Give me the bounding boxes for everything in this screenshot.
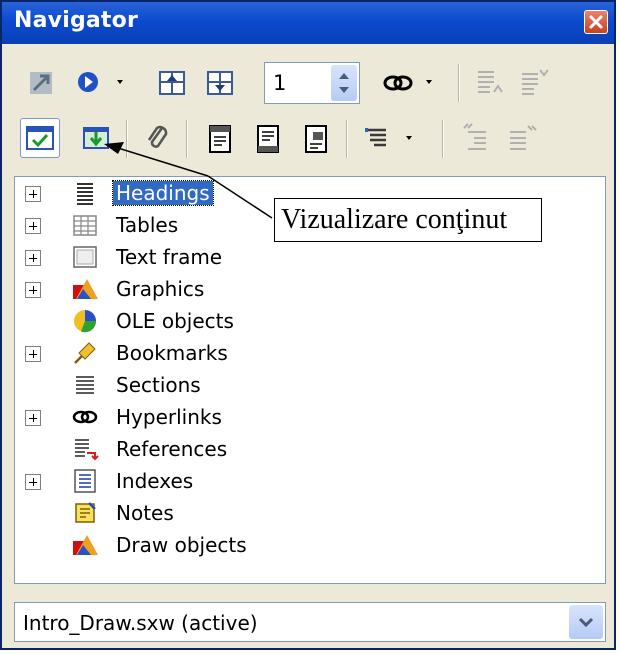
next-icon	[207, 71, 233, 95]
footer-button[interactable]	[248, 118, 288, 158]
heading-levels-button[interactable]	[358, 118, 398, 158]
expand-toggle[interactable]	[25, 218, 41, 234]
list-box-icon	[26, 126, 54, 150]
tree-item-label: Tables	[116, 213, 179, 237]
document-select-value: Intro_Draw.sxw (active)	[23, 611, 258, 635]
title-bar[interactable]: Navigator	[2, 2, 614, 44]
promote-level-icon	[478, 71, 503, 93]
paperclip-icon	[147, 125, 168, 148]
tree-item-label: Headings	[112, 180, 214, 206]
document-select[interactable]: Intro_Draw.sxw (active)	[14, 602, 606, 642]
anchor-icon	[305, 125, 327, 153]
hyperlink-mode-icon	[383, 75, 413, 91]
expand-toggle[interactable]	[25, 250, 41, 266]
navigation-dropdown[interactable]	[110, 62, 134, 102]
heading-levels-icon	[365, 128, 386, 147]
tree-item-label: Notes	[116, 501, 174, 525]
expand-toggle[interactable]	[25, 474, 41, 490]
close-button[interactable]	[584, 10, 608, 34]
header-icon	[209, 125, 231, 153]
sections-icon	[76, 376, 94, 394]
page-number-input[interactable]: 1	[273, 71, 286, 95]
text-frame-icon	[73, 246, 97, 268]
spin-up-down-icon	[339, 73, 349, 93]
expand-toggle[interactable]	[25, 186, 41, 202]
demote-level-button[interactable]	[514, 62, 554, 102]
tree-item-references[interactable]: References	[15, 433, 605, 465]
expand-toggle[interactable]	[25, 346, 41, 362]
promote-chapter-button[interactable]	[456, 118, 496, 158]
page-number-spinner[interactable]: 1	[264, 62, 360, 104]
tree-item-label: Hyperlinks	[116, 405, 222, 429]
callout-label: Vizualizare conţinut	[274, 198, 542, 242]
expand-toggle[interactable]	[25, 282, 41, 298]
spinner-arrows[interactable]	[331, 65, 357, 101]
toolbar-separator	[126, 120, 128, 158]
tree-item-label: References	[116, 437, 228, 461]
tree-item-label: Draw objects	[116, 533, 247, 557]
toolbar-separator	[186, 120, 188, 158]
content-view-icon	[83, 127, 109, 149]
tree-item-graphics[interactable]: Graphics	[15, 273, 605, 305]
chevron-down-icon	[117, 80, 123, 84]
chevron-down-icon	[578, 617, 594, 628]
navigation-button[interactable]	[72, 62, 112, 102]
tree-item-bookmarks[interactable]: Bookmarks	[15, 337, 605, 369]
tree-item-label: Text frame	[116, 245, 223, 269]
tree-item-label: Sections	[116, 373, 201, 397]
next-button[interactable]	[200, 62, 240, 102]
tree-item-label: Graphics	[116, 277, 205, 301]
demote-level-icon	[522, 69, 549, 95]
tree-item-notes[interactable]: Notes	[15, 497, 605, 529]
navigation-icon	[78, 72, 98, 92]
tree-item-label: OLE objects	[116, 309, 234, 333]
demote-chapter-button[interactable]	[502, 118, 542, 158]
promote-level-button[interactable]	[470, 62, 510, 102]
window-title: Navigator	[14, 8, 139, 33]
tables-icon	[73, 215, 97, 236]
tree-item-hyperlinks[interactable]: Hyperlinks	[15, 401, 605, 433]
toolbar-separator	[346, 120, 348, 158]
demote-chapter-icon	[510, 125, 537, 150]
expand-toggle[interactable]	[25, 410, 41, 426]
navigator-window: Navigator 1 Headings Tables Text frame G…	[0, 0, 616, 650]
references-icon	[75, 439, 99, 461]
bookmarks-icon	[74, 342, 96, 364]
toolbar-separator	[442, 120, 444, 158]
toggle-icon	[30, 72, 52, 94]
drag-mode-button[interactable]	[378, 62, 418, 102]
footer-icon	[257, 125, 279, 153]
close-icon	[589, 15, 603, 29]
document-select-dropdown[interactable]	[569, 605, 603, 639]
tree-item-draw-objects[interactable]: Draw objects	[15, 529, 605, 561]
draw-objects-icon	[73, 535, 98, 555]
content-view-button[interactable]	[76, 118, 116, 158]
heading-levels-dropdown[interactable]	[400, 118, 424, 158]
drag-mode-dropdown[interactable]	[420, 62, 444, 102]
chevron-down-icon	[426, 80, 432, 84]
headings-icon	[77, 183, 93, 205]
tree-item-ole-objects[interactable]: OLE objects	[15, 305, 605, 337]
toolbar-separator	[458, 64, 460, 102]
previous-button[interactable]	[152, 62, 192, 102]
chevron-down-icon	[406, 136, 412, 140]
indexes-icon	[74, 469, 96, 493]
tree-item-label: Indexes	[116, 469, 194, 493]
set-reminder-button[interactable]	[138, 118, 178, 158]
tree-item-label: Bookmarks	[116, 341, 228, 365]
ole-objects-icon	[74, 310, 97, 333]
promote-chapter-icon	[463, 123, 486, 150]
anchor-button[interactable]	[296, 118, 336, 158]
graphics-icon	[73, 279, 98, 299]
header-button[interactable]	[200, 118, 240, 158]
list-box-button[interactable]	[20, 118, 60, 158]
navigator-toolbar: 1	[2, 44, 614, 170]
hyperlinks-icon	[72, 410, 98, 424]
tree-item-indexes[interactable]: Indexes	[15, 465, 605, 497]
tree-item-sections[interactable]: Sections	[15, 369, 605, 401]
previous-icon	[159, 71, 185, 95]
toggle-button[interactable]	[22, 62, 62, 102]
notes-icon	[75, 502, 96, 523]
tree-item-text-frame[interactable]: Text frame	[15, 241, 605, 273]
